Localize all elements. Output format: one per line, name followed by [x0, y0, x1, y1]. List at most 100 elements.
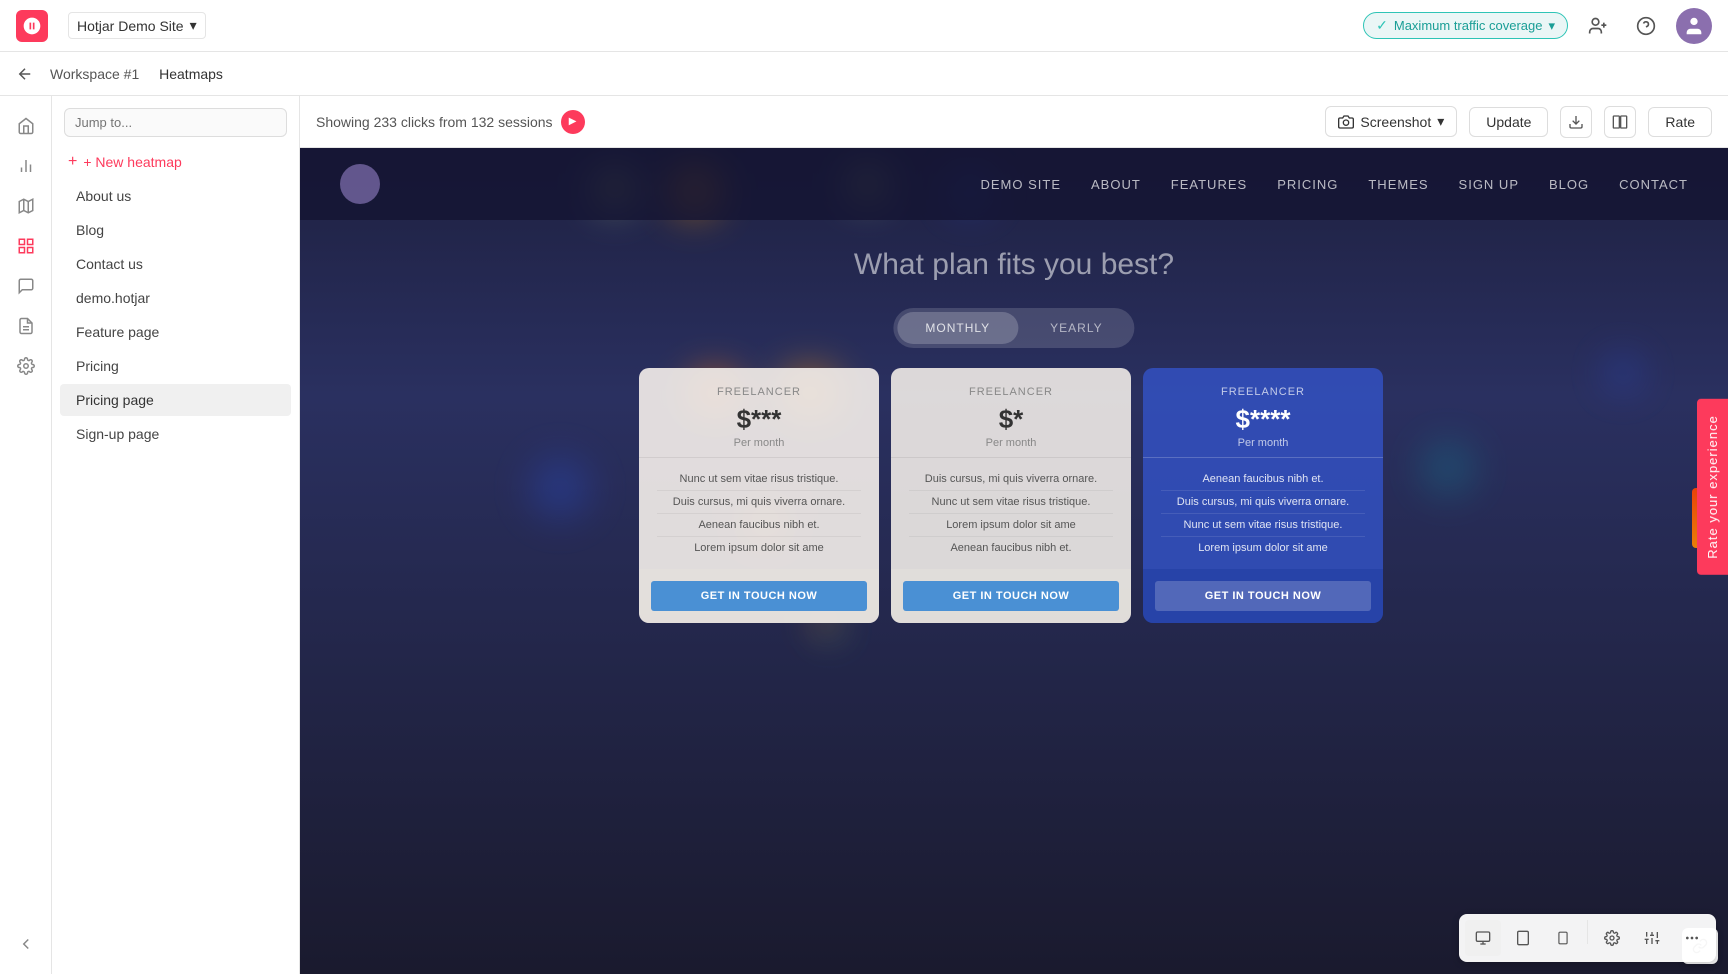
card-1-tier: Freelancer	[657, 386, 861, 398]
heat-blob-right-1	[1598, 348, 1648, 398]
workspace-label[interactable]: Workspace #1	[50, 66, 139, 82]
hero-title: What plan fits you best?	[300, 248, 1728, 282]
sidebar-item-contact-us[interactable]: Contact us	[60, 248, 291, 280]
card-3-cta-button[interactable]: GET IN TOUCH NOW	[1155, 581, 1371, 611]
feedback-tab[interactable]: Rate your experience	[1697, 399, 1728, 575]
sidebar-item-pricing-page[interactable]: Pricing page	[60, 384, 291, 416]
pricing-card-1: Freelancer $*** Per month Nunc ut sem vi…	[639, 368, 879, 623]
card-1-feature-4: Lorem ipsum dolor sit ame	[657, 537, 861, 559]
card-2-cta: GET IN TOUCH NOW	[891, 569, 1131, 623]
card-2-period: Per month	[909, 437, 1113, 449]
monthly-toggle[interactable]: MONTHLY	[897, 312, 1018, 344]
nav-map-icon[interactable]	[8, 188, 44, 224]
play-button[interactable]: ▶	[561, 110, 585, 134]
card-3-period: Per month	[1161, 437, 1365, 449]
pricing-card-2: Freelancer $* Per month Duis cursus, mi …	[891, 368, 1131, 623]
new-heatmap-label: + New heatmap	[83, 154, 181, 170]
main-layout: + + New heatmap About us Blog Contact us…	[0, 96, 1728, 974]
card-1-feature-2: Duis cursus, mi quis viverra ornare.	[657, 491, 861, 514]
sidebar-item-feature-page[interactable]: Feature page	[60, 316, 291, 348]
back-button[interactable]	[16, 65, 34, 83]
card-2-features: Duis cursus, mi quis viverra ornare. Nun…	[891, 457, 1131, 569]
top-nav: Hotjar Demo Site ▾ ✓ Maximum traffic cov…	[0, 0, 1728, 52]
sessions-text: Showing 233 clicks from 132 sessions	[316, 114, 553, 130]
demo-nav-about: ABOUT	[1091, 177, 1141, 192]
card-1-cta-button[interactable]: GET IN TOUCH NOW	[651, 581, 867, 611]
card-2-price: $*	[909, 404, 1113, 435]
card-2-feature-2: Nunc ut sem vitae risus tristique.	[909, 491, 1113, 514]
card-1-cta: GET IN TOUCH NOW	[639, 569, 879, 623]
compare-button[interactable]	[1604, 106, 1636, 138]
site-dropdown-icon: ▾	[190, 17, 197, 34]
card-1-feature-1: Nunc ut sem vitae risus tristique.	[657, 468, 861, 491]
screenshot-dropdown-icon: ▾	[1437, 113, 1444, 130]
card-1-period: Per month	[657, 437, 861, 449]
tablet-view-button[interactable]	[1505, 920, 1541, 956]
site-name-label: Hotjar Demo Site	[77, 18, 184, 34]
card-2-feature-4: Aenean faucibus nibh et.	[909, 537, 1113, 559]
demo-logo	[340, 164, 380, 204]
pricing-card-3: Freelancer $**** Per month Aenean faucib…	[1143, 368, 1383, 623]
sidebar-item-about-us[interactable]: About us	[60, 180, 291, 212]
plan-toggle: MONTHLY YEARLY	[893, 308, 1134, 348]
demo-nav-contact: CONTACT	[1619, 177, 1688, 192]
card-2-cta-button[interactable]: GET IN TOUCH NOW	[903, 581, 1119, 611]
more-tool-button[interactable]	[1674, 920, 1710, 956]
nav-home-icon[interactable]	[8, 108, 44, 144]
traffic-label: Maximum traffic coverage	[1394, 18, 1543, 33]
user-avatar[interactable]	[1676, 8, 1712, 44]
card-3-header: Freelancer $**** Per month	[1143, 368, 1383, 457]
desktop-view-button[interactable]	[1465, 920, 1501, 956]
traffic-badge[interactable]: ✓ Maximum traffic coverage ▾	[1363, 12, 1568, 39]
demo-nav-pricing: PRICING	[1277, 177, 1338, 192]
nav-chart-icon[interactable]	[8, 148, 44, 184]
pricing-cards-container: Freelancer $*** Per month Nunc ut sem vi…	[639, 368, 1389, 623]
filter-tool-button[interactable]	[1634, 920, 1670, 956]
card-3-price: $****	[1161, 404, 1365, 435]
secondary-nav: Workspace #1 Heatmaps	[0, 52, 1728, 96]
page-label: Heatmaps	[159, 66, 223, 82]
card-2-header: Freelancer $* Per month	[891, 368, 1131, 457]
sidebar: + + New heatmap About us Blog Contact us…	[52, 96, 300, 974]
hotjar-logo[interactable]	[16, 10, 48, 42]
demo-nav-demo-site: DEMO SITE	[980, 177, 1061, 192]
sidebar-item-blog[interactable]: Blog	[60, 214, 291, 246]
hotjar-logo-icon	[16, 10, 48, 42]
site-selector[interactable]: Hotjar Demo Site ▾	[68, 12, 206, 39]
rate-button[interactable]: Rate	[1648, 107, 1712, 137]
help-button[interactable]	[1628, 8, 1664, 44]
new-heatmap-button[interactable]: + + New heatmap	[52, 145, 299, 179]
demo-nav-blog: BLOG	[1549, 177, 1589, 192]
sidebar-search	[52, 108, 299, 145]
sidebar-item-sign-up-page[interactable]: Sign-up page	[60, 418, 291, 450]
nav-feedback-icon[interactable]	[8, 268, 44, 304]
search-input[interactable]	[64, 108, 287, 137]
breadcrumb: Workspace #1 Heatmaps	[50, 66, 223, 82]
sidebar-item-pricing[interactable]: Pricing	[60, 350, 291, 382]
sidebar-item-demo-hotjar[interactable]: demo.hotjar	[60, 282, 291, 314]
mobile-view-button[interactable]	[1545, 920, 1581, 956]
yearly-toggle[interactable]: YEARLY	[1022, 312, 1130, 344]
settings-tool-button[interactable]	[1594, 920, 1630, 956]
sessions-info: Showing 233 clicks from 132 sessions ▶	[316, 110, 585, 134]
nav-settings-icon[interactable]	[8, 348, 44, 384]
card-3-feature-1: Aenean faucibus nibh et.	[1161, 468, 1365, 491]
nav-heatmap-icon[interactable]	[8, 228, 44, 264]
left-icons-bar	[0, 96, 52, 974]
check-icon: ✓	[1376, 17, 1388, 34]
demo-nav-signup: SIGN UP	[1459, 177, 1519, 192]
notifications-button[interactable]	[1580, 8, 1616, 44]
update-button[interactable]: Update	[1469, 107, 1548, 137]
traffic-dropdown-icon: ▾	[1548, 18, 1555, 34]
rate-label: Rate	[1665, 114, 1695, 130]
demo-nav-links: DEMO SITE ABOUT FEATURES PRICING THEMES …	[980, 177, 1688, 192]
screenshot-button[interactable]: Screenshot ▾	[1325, 106, 1457, 137]
card-3-features: Aenean faucibus nibh et. Duis cursus, mi…	[1143, 457, 1383, 569]
card-2-feature-1: Duis cursus, mi quis viverra ornare.	[909, 468, 1113, 491]
screenshot-label: Screenshot	[1360, 114, 1431, 130]
download-button[interactable]	[1560, 106, 1592, 138]
nav-collapse-icon[interactable]	[8, 926, 44, 962]
nav-survey-icon[interactable]	[8, 308, 44, 344]
card-1-features: Nunc ut sem vitae risus tristique. Duis …	[639, 457, 879, 569]
card-1-price: $***	[657, 404, 861, 435]
